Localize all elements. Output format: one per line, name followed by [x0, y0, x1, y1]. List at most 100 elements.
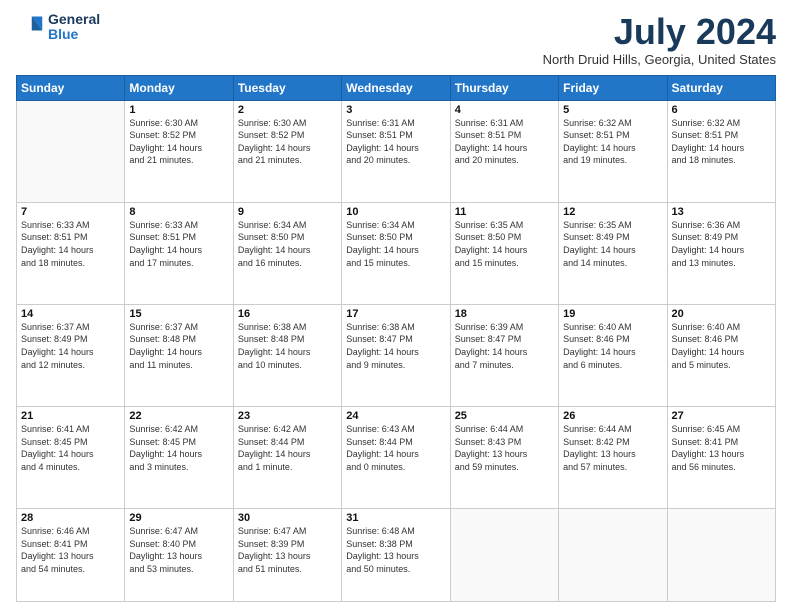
day-info: Sunrise: 6:44 AM Sunset: 8:43 PM Dayligh…: [455, 423, 554, 473]
month-title: July 2024: [543, 12, 776, 52]
page: General Blue July 2024 North Druid Hills…: [0, 0, 792, 612]
calendar-cell: [450, 509, 558, 602]
day-number: 25: [455, 410, 554, 422]
day-info: Sunrise: 6:33 AM Sunset: 8:51 PM Dayligh…: [21, 219, 120, 269]
calendar-cell: 6Sunrise: 6:32 AM Sunset: 8:51 PM Daylig…: [667, 100, 775, 202]
day-info: Sunrise: 6:42 AM Sunset: 8:44 PM Dayligh…: [238, 423, 337, 473]
day-number: 5: [563, 104, 662, 116]
logo-line2: Blue: [48, 27, 100, 42]
day-number: 13: [672, 206, 771, 218]
day-info: Sunrise: 6:35 AM Sunset: 8:50 PM Dayligh…: [455, 219, 554, 269]
calendar-cell: 15Sunrise: 6:37 AM Sunset: 8:48 PM Dayli…: [125, 304, 233, 406]
day-info: Sunrise: 6:40 AM Sunset: 8:46 PM Dayligh…: [672, 321, 771, 371]
day-info: Sunrise: 6:39 AM Sunset: 8:47 PM Dayligh…: [455, 321, 554, 371]
calendar-header-monday: Monday: [125, 75, 233, 100]
day-info: Sunrise: 6:42 AM Sunset: 8:45 PM Dayligh…: [129, 423, 228, 473]
day-number: 18: [455, 308, 554, 320]
day-number: 14: [21, 308, 120, 320]
calendar-cell: 21Sunrise: 6:41 AM Sunset: 8:45 PM Dayli…: [17, 406, 125, 508]
day-number: 4: [455, 104, 554, 116]
day-info: Sunrise: 6:36 AM Sunset: 8:49 PM Dayligh…: [672, 219, 771, 269]
day-info: Sunrise: 6:38 AM Sunset: 8:47 PM Dayligh…: [346, 321, 445, 371]
day-number: 8: [129, 206, 228, 218]
day-number: 30: [238, 512, 337, 524]
day-info: Sunrise: 6:48 AM Sunset: 8:38 PM Dayligh…: [346, 525, 445, 575]
day-info: Sunrise: 6:34 AM Sunset: 8:50 PM Dayligh…: [346, 219, 445, 269]
calendar-week-4: 28Sunrise: 6:46 AM Sunset: 8:41 PM Dayli…: [17, 509, 776, 602]
day-number: 31: [346, 512, 445, 524]
calendar-cell: 31Sunrise: 6:48 AM Sunset: 8:38 PM Dayli…: [342, 509, 450, 602]
calendar-cell: 10Sunrise: 6:34 AM Sunset: 8:50 PM Dayli…: [342, 202, 450, 304]
day-number: 1: [129, 104, 228, 116]
day-info: Sunrise: 6:34 AM Sunset: 8:50 PM Dayligh…: [238, 219, 337, 269]
calendar-cell: 5Sunrise: 6:32 AM Sunset: 8:51 PM Daylig…: [559, 100, 667, 202]
calendar-cell: 29Sunrise: 6:47 AM Sunset: 8:40 PM Dayli…: [125, 509, 233, 602]
day-info: Sunrise: 6:35 AM Sunset: 8:49 PM Dayligh…: [563, 219, 662, 269]
calendar-cell: 16Sunrise: 6:38 AM Sunset: 8:48 PM Dayli…: [233, 304, 341, 406]
day-number: 29: [129, 512, 228, 524]
calendar-cell: 11Sunrise: 6:35 AM Sunset: 8:50 PM Dayli…: [450, 202, 558, 304]
day-info: Sunrise: 6:30 AM Sunset: 8:52 PM Dayligh…: [238, 117, 337, 167]
day-number: 20: [672, 308, 771, 320]
day-number: 19: [563, 308, 662, 320]
location-title: North Druid Hills, Georgia, United State…: [543, 52, 776, 67]
day-info: Sunrise: 6:32 AM Sunset: 8:51 PM Dayligh…: [563, 117, 662, 167]
calendar-cell: 14Sunrise: 6:37 AM Sunset: 8:49 PM Dayli…: [17, 304, 125, 406]
calendar-header-row: SundayMondayTuesdayWednesdayThursdayFrid…: [17, 75, 776, 100]
calendar-week-0: 1Sunrise: 6:30 AM Sunset: 8:52 PM Daylig…: [17, 100, 776, 202]
calendar-cell: 1Sunrise: 6:30 AM Sunset: 8:52 PM Daylig…: [125, 100, 233, 202]
calendar-cell: 27Sunrise: 6:45 AM Sunset: 8:41 PM Dayli…: [667, 406, 775, 508]
calendar-cell: [559, 509, 667, 602]
day-info: Sunrise: 6:40 AM Sunset: 8:46 PM Dayligh…: [563, 321, 662, 371]
calendar-cell: 26Sunrise: 6:44 AM Sunset: 8:42 PM Dayli…: [559, 406, 667, 508]
day-number: 26: [563, 410, 662, 422]
logo-text: General Blue: [48, 12, 100, 43]
day-info: Sunrise: 6:30 AM Sunset: 8:52 PM Dayligh…: [129, 117, 228, 167]
calendar-cell: 19Sunrise: 6:40 AM Sunset: 8:46 PM Dayli…: [559, 304, 667, 406]
day-info: Sunrise: 6:43 AM Sunset: 8:44 PM Dayligh…: [346, 423, 445, 473]
day-info: Sunrise: 6:37 AM Sunset: 8:48 PM Dayligh…: [129, 321, 228, 371]
calendar-cell: [17, 100, 125, 202]
calendar-cell: 12Sunrise: 6:35 AM Sunset: 8:49 PM Dayli…: [559, 202, 667, 304]
day-number: 22: [129, 410, 228, 422]
day-info: Sunrise: 6:33 AM Sunset: 8:51 PM Dayligh…: [129, 219, 228, 269]
day-number: 16: [238, 308, 337, 320]
day-info: Sunrise: 6:45 AM Sunset: 8:41 PM Dayligh…: [672, 423, 771, 473]
calendar-cell: 22Sunrise: 6:42 AM Sunset: 8:45 PM Dayli…: [125, 406, 233, 508]
day-number: 6: [672, 104, 771, 116]
calendar-header-wednesday: Wednesday: [342, 75, 450, 100]
day-number: 12: [563, 206, 662, 218]
day-info: Sunrise: 6:31 AM Sunset: 8:51 PM Dayligh…: [455, 117, 554, 167]
calendar-table: SundayMondayTuesdayWednesdayThursdayFrid…: [16, 75, 776, 602]
day-info: Sunrise: 6:47 AM Sunset: 8:40 PM Dayligh…: [129, 525, 228, 575]
calendar-header-thursday: Thursday: [450, 75, 558, 100]
calendar-week-2: 14Sunrise: 6:37 AM Sunset: 8:49 PM Dayli…: [17, 304, 776, 406]
calendar-week-1: 7Sunrise: 6:33 AM Sunset: 8:51 PM Daylig…: [17, 202, 776, 304]
day-number: 23: [238, 410, 337, 422]
day-info: Sunrise: 6:47 AM Sunset: 8:39 PM Dayligh…: [238, 525, 337, 575]
calendar-cell: 2Sunrise: 6:30 AM Sunset: 8:52 PM Daylig…: [233, 100, 341, 202]
calendar-cell: 3Sunrise: 6:31 AM Sunset: 8:51 PM Daylig…: [342, 100, 450, 202]
logo-line1: General: [48, 12, 100, 27]
calendar-header-tuesday: Tuesday: [233, 75, 341, 100]
day-number: 15: [129, 308, 228, 320]
day-number: 28: [21, 512, 120, 524]
day-info: Sunrise: 6:44 AM Sunset: 8:42 PM Dayligh…: [563, 423, 662, 473]
calendar-cell: 17Sunrise: 6:38 AM Sunset: 8:47 PM Dayli…: [342, 304, 450, 406]
calendar-cell: 25Sunrise: 6:44 AM Sunset: 8:43 PM Dayli…: [450, 406, 558, 508]
calendar-cell: 23Sunrise: 6:42 AM Sunset: 8:44 PM Dayli…: [233, 406, 341, 508]
day-number: 10: [346, 206, 445, 218]
day-number: 24: [346, 410, 445, 422]
calendar-cell: 30Sunrise: 6:47 AM Sunset: 8:39 PM Dayli…: [233, 509, 341, 602]
day-number: 3: [346, 104, 445, 116]
title-block: July 2024 North Druid Hills, Georgia, Un…: [543, 12, 776, 67]
day-number: 2: [238, 104, 337, 116]
calendar-cell: 4Sunrise: 6:31 AM Sunset: 8:51 PM Daylig…: [450, 100, 558, 202]
day-info: Sunrise: 6:41 AM Sunset: 8:45 PM Dayligh…: [21, 423, 120, 473]
day-number: 17: [346, 308, 445, 320]
calendar-cell: [667, 509, 775, 602]
calendar-header-sunday: Sunday: [17, 75, 125, 100]
day-info: Sunrise: 6:37 AM Sunset: 8:49 PM Dayligh…: [21, 321, 120, 371]
day-number: 21: [21, 410, 120, 422]
header: General Blue July 2024 North Druid Hills…: [16, 12, 776, 67]
